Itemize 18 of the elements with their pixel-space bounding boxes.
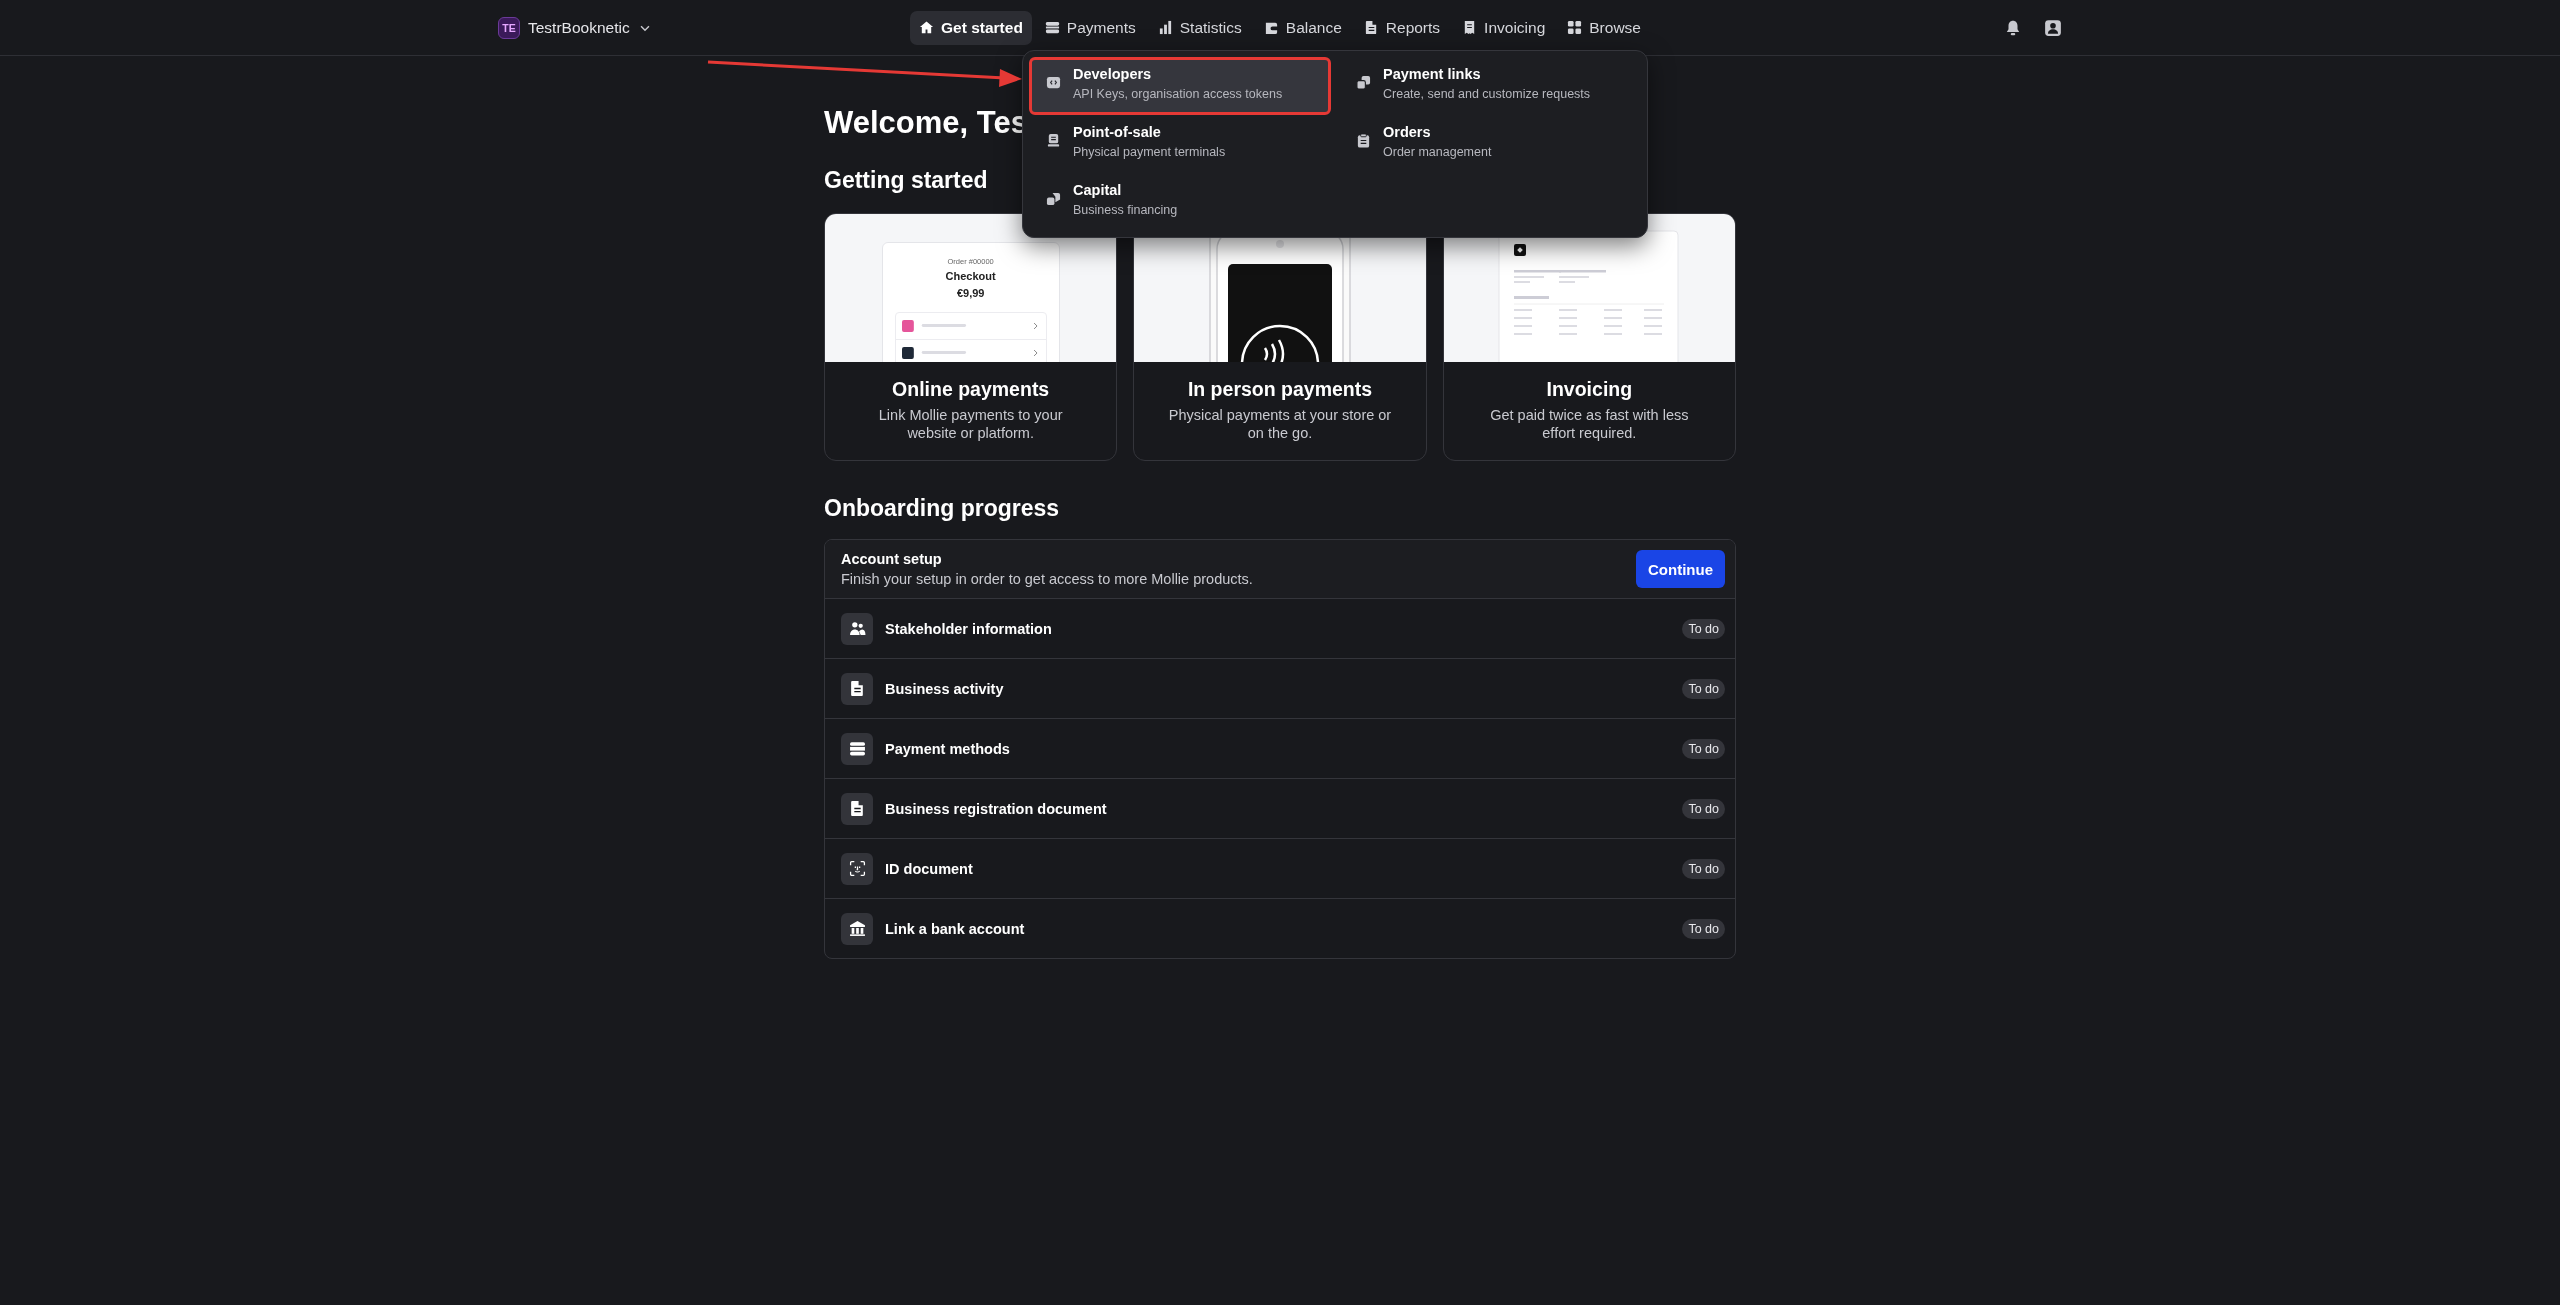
card-title: Invoicing	[1545, 378, 1634, 401]
card-description: Link Mollie payments to your website or platform.	[877, 407, 1064, 443]
card-title: Online payments	[891, 378, 1051, 401]
checkout-heading: Checkout	[945, 270, 996, 282]
status-badge: To do	[1682, 858, 1725, 879]
section-heading: Onboarding progress	[824, 495, 1060, 523]
status-badge: To do	[1682, 618, 1725, 639]
section-heading: Getting started	[824, 167, 988, 194]
status-badge: To do	[1682, 918, 1725, 939]
setup-description: Finish your setup in order to get access to more Mollie products.	[841, 571, 1253, 588]
card-description: Get paid twice as fast with less effort required.	[1489, 407, 1690, 443]
setup-title: Account setup	[841, 551, 943, 568]
card-title: In person payments	[1186, 378, 1374, 401]
card-description: Physical payments at your store or on the go.	[1167, 407, 1393, 443]
status-badge: To do	[1682, 678, 1725, 699]
checkout-amount: €9,99	[956, 287, 985, 299]
status-badge: To do	[1682, 738, 1725, 759]
status-badge: To do	[1682, 798, 1725, 819]
